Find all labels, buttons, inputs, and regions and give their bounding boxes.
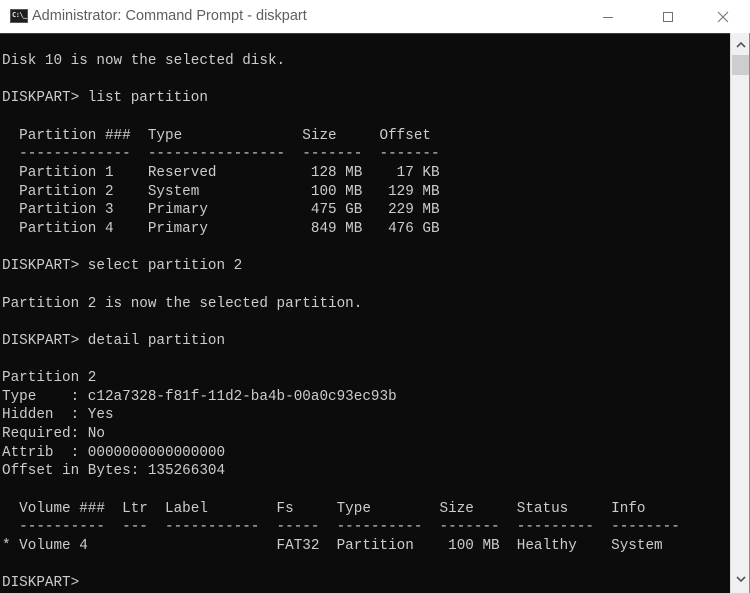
maximize-button[interactable]: [645, 0, 691, 33]
scroll-down-button[interactable]: [731, 569, 750, 589]
console-line: Attrib : 0000000000000000: [2, 444, 226, 461]
console-line: Type : c12a7328-f81f-11d2-ba4b-00a0c93ec…: [2, 388, 397, 405]
console-line: Partition 4 Primary 849 MB 476 GB: [2, 220, 440, 237]
console-output[interactable]: Disk 10 is now the selected disk. DISKPA…: [0, 33, 730, 593]
console-line: Partition ### Type Size Offset: [2, 127, 431, 144]
console-line: DISKPART> select partition 2: [2, 258, 243, 275]
scroll-thumb[interactable]: [732, 55, 749, 75]
minimize-button[interactable]: [585, 0, 631, 33]
console-line: Required: No: [2, 426, 105, 443]
console-line: ------------- ---------------- ------- -…: [2, 146, 440, 163]
console-line: Partition 2 System 100 MB 129 MB: [2, 183, 440, 200]
console-line: Partition 2: [2, 370, 97, 387]
console-line: Offset in Bytes: 135266304: [2, 463, 226, 480]
console-line: Partition 2 is now the selected partitio…: [2, 295, 363, 312]
maximize-icon: [663, 11, 673, 22]
title-bar[interactable]: C:\_ Administrator: Command Prompt - dis…: [0, 0, 750, 33]
console-line: Volume ### Ltr Label Fs Type Size Status…: [2, 500, 646, 517]
console-line: * Volume 4 FAT32 Partition 100 MB Health…: [2, 538, 663, 555]
console-line: DISKPART>: [2, 575, 88, 592]
chevron-down-icon: [735, 576, 746, 583]
scroll-up-button[interactable]: [731, 35, 750, 55]
command-prompt-icon: C:\_: [10, 9, 28, 23]
console-line: Partition 1 Reserved 128 MB 17 KB: [2, 164, 440, 181]
console-line: Partition 3 Primary 475 GB 229 MB: [2, 202, 440, 219]
console-text: Disk 10 is now the selected disk. DISKPA…: [2, 52, 680, 593]
console-line: ---------- --- ----------- ----- -------…: [2, 519, 680, 536]
console-line: DISKPART> detail partition: [2, 332, 226, 349]
close-icon: [717, 11, 729, 22]
console-line: Disk 10 is now the selected disk.: [2, 53, 286, 69]
close-button[interactable]: [700, 0, 746, 33]
console-line: DISKPART> list partition: [2, 90, 208, 107]
minimize-icon: [603, 16, 613, 18]
window-title: Administrator: Command Prompt - diskpart: [32, 8, 307, 24]
console-line: Hidden : Yes: [2, 407, 114, 424]
vertical-scrollbar[interactable]: [730, 33, 750, 593]
chevron-up-icon: [735, 41, 746, 48]
